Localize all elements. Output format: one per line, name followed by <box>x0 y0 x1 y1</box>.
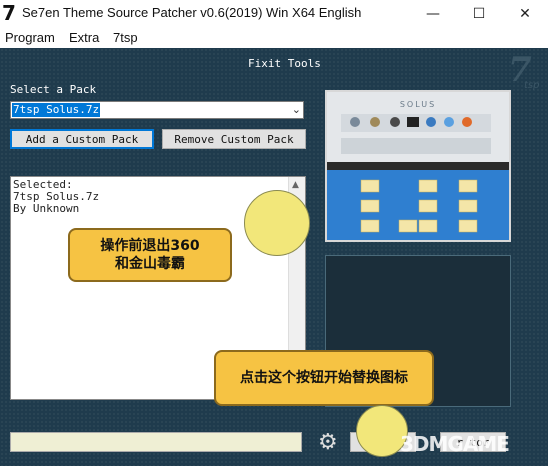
window-title: Se7en Theme Source Patcher v0.6(2019) Wi… <box>22 5 362 20</box>
menu-program[interactable]: Program <box>5 30 55 45</box>
chevron-down-icon: ⌄ <box>291 103 301 116</box>
close-button[interactable]: ✕ <box>502 0 548 28</box>
menu-extra[interactable]: Extra <box>69 30 99 45</box>
minimize-button[interactable]: — <box>410 0 456 28</box>
menu-7tsp[interactable]: 7tsp <box>113 30 138 45</box>
mascot-image <box>244 190 310 256</box>
callout-line: 操作前退出360 <box>100 238 200 254</box>
pack-dropdown[interactable]: 7tsp Solus.7z ⌄ <box>10 101 304 119</box>
remove-custom-pack-button[interactable]: Remove Custom Pack <box>162 129 306 149</box>
select-pack-label: Select a Pack <box>10 83 97 96</box>
gear-icon: ⚙ <box>318 430 338 455</box>
callout-start-hint: 点击这个按钮开始替换图标 <box>214 350 434 406</box>
scroll-up-icon[interactable]: ▲ <box>292 180 299 190</box>
brand-logo-sub: tsp <box>524 80 540 91</box>
panel-title: Fixit Tools <box>248 57 321 70</box>
pack-dropdown-value: 7tsp Solus.7z <box>12 103 101 117</box>
theme-preview: SOLUS <box>325 90 511 242</box>
add-custom-pack-button[interactable]: Add a Custom Pack <box>10 129 154 149</box>
preview-title: SOLUS <box>400 100 436 109</box>
watermark: 3DMGAME <box>400 432 510 456</box>
callout-line: 和金山毒霸 <box>114 256 185 272</box>
maximize-button[interactable]: ☐ <box>456 0 502 28</box>
info-line: By Unknown <box>13 202 80 215</box>
app-logo-icon: 7 <box>2 1 16 25</box>
callout-warning: 操作前退出360 和金山毒霸 <box>68 228 232 282</box>
status-field <box>10 432 302 452</box>
solus-preview-image: SOLUS <box>327 92 509 240</box>
